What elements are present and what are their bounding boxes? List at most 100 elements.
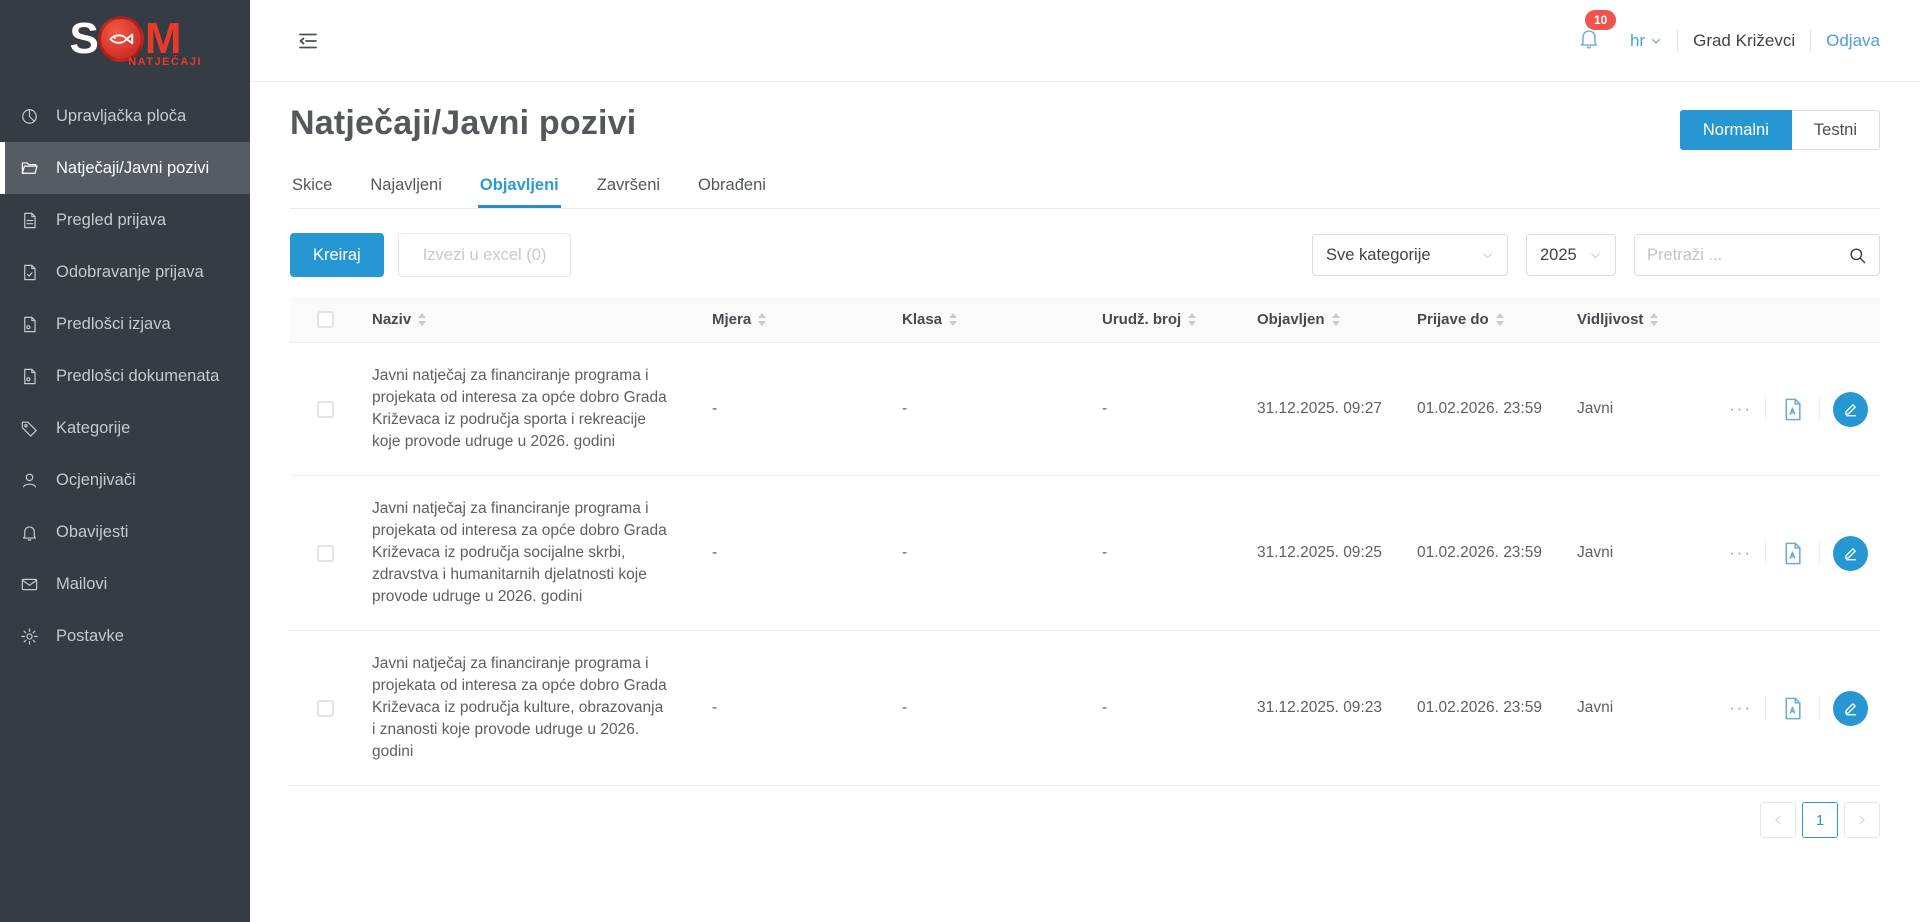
search-input[interactable]: [1647, 246, 1840, 265]
more-actions-button[interactable]: ···: [1729, 698, 1752, 718]
sidebar-item-obavijesti[interactable]: Obavijesti: [0, 506, 250, 558]
edit-button[interactable]: [1833, 536, 1868, 571]
sidebar-item-mailovi[interactable]: Mailovi: [0, 558, 250, 610]
pagination: 1: [290, 802, 1880, 868]
file-template-icon: [20, 315, 40, 334]
tab-skice[interactable]: Skice: [290, 166, 334, 208]
tab-najavljeni[interactable]: Najavljeni: [368, 166, 444, 208]
pencil-icon: [1842, 699, 1860, 717]
pdf-button[interactable]: [1779, 540, 1806, 567]
sort-naziv[interactable]: [418, 313, 426, 326]
sidebar-item-pregled-prijava[interactable]: Pregled prijava: [0, 194, 250, 246]
cell-klasa: -: [890, 544, 1090, 562]
sidebar-item-label: Predlošci dokumenata: [56, 367, 219, 386]
column-header-objavljen: Objavljen: [1257, 311, 1325, 328]
sidebar-item-postavke[interactable]: Postavke: [0, 610, 250, 662]
cell-vidljivost: Javni: [1565, 544, 1705, 562]
cell-urudz-broj: -: [1090, 544, 1245, 562]
row-checkbox[interactable]: [317, 700, 334, 717]
prev-page-button[interactable]: [1760, 802, 1796, 838]
pencil-icon: [1842, 400, 1860, 418]
pdf-button[interactable]: [1779, 695, 1806, 722]
table-row: Javni natječaj za financiranje programa …: [290, 476, 1880, 631]
sidebar-item-upravljacka-ploca[interactable]: Upravljačka ploča: [0, 90, 250, 142]
sidebar-item-odobravanje-prijava[interactable]: Odobravanje prijava: [0, 246, 250, 298]
sort-objavljen[interactable]: [1332, 313, 1340, 326]
next-page-button[interactable]: [1844, 802, 1880, 838]
sort-klasa[interactable]: [949, 313, 957, 326]
toolbar: Kreiraj Izvezi u excel (0) Sve kategorij…: [290, 233, 1880, 277]
mode-test-button[interactable]: Testni: [1792, 110, 1880, 150]
actions-divider: [1819, 696, 1820, 720]
sidebar-item-ocjenjivaci[interactable]: Ocjenjivači: [0, 454, 250, 506]
logout-link[interactable]: Odjava: [1826, 31, 1880, 51]
pdf-button[interactable]: [1779, 396, 1806, 423]
search-box[interactable]: [1634, 234, 1880, 276]
tab-objavljeni[interactable]: Objavljeni: [478, 166, 561, 208]
row-checkbox[interactable]: [317, 401, 334, 418]
table-header-row: Naziv Mjera Klasa Urudž. broj Objavljen …: [290, 297, 1880, 343]
table-row: Javni natječaj za financiranje programa …: [290, 631, 1880, 786]
bell-icon: [20, 523, 40, 542]
cell-klasa: -: [890, 699, 1090, 717]
app-root: S M NATJEČAJI Upravljačka ploča: [0, 0, 1920, 922]
pdf-file-icon: [1779, 396, 1806, 423]
edit-button[interactable]: [1833, 392, 1868, 427]
sidebar: S M NATJEČAJI Upravljačka ploča: [0, 0, 250, 922]
sidebar-item-kategorije[interactable]: Kategorije: [0, 402, 250, 454]
sort-prijave-do[interactable]: [1496, 313, 1504, 326]
create-button[interactable]: Kreiraj: [290, 233, 384, 277]
actions-divider: [1765, 541, 1766, 565]
chevron-down-icon: [1481, 249, 1494, 262]
cell-urudz-broj: -: [1090, 699, 1245, 717]
status-tabs: Skice Najavljeni Objavljeni Završeni Obr…: [290, 166, 1880, 209]
cell-naziv: Javni natječaj za financiranje programa …: [360, 653, 700, 763]
folder-open-icon: [20, 159, 40, 178]
export-excel-button[interactable]: Izvezi u excel (0): [398, 233, 572, 277]
brand-logo[interactable]: S M NATJEČAJI: [0, 0, 250, 74]
category-select[interactable]: Sve kategorije: [1312, 234, 1508, 276]
more-actions-button[interactable]: ···: [1729, 543, 1752, 563]
edit-button[interactable]: [1833, 691, 1868, 726]
row-actions: ···: [1705, 392, 1880, 427]
page-header: Natječaji/Javni pozivi Normalni Testni: [290, 104, 1880, 150]
filters: Sve kategorije 2025: [1312, 234, 1880, 276]
column-header-naziv: Naziv: [372, 311, 411, 328]
sort-mjera[interactable]: [758, 313, 766, 326]
sidebar-item-natjecaji[interactable]: Natječaji/Javni pozivi: [0, 142, 250, 194]
sidebar-item-predlosci-izjava[interactable]: Predlošci izjava: [0, 298, 250, 350]
column-header-mjera: Mjera: [712, 311, 751, 328]
cell-objavljen: 31.12.2025. 09:27: [1245, 400, 1405, 418]
file-template-icon: [20, 367, 40, 386]
language-label: hr: [1630, 31, 1645, 51]
contests-table: Naziv Mjera Klasa Urudž. broj Objavljen …: [290, 297, 1880, 786]
notifications-button[interactable]: 10: [1577, 26, 1601, 55]
tab-obradeni[interactable]: Obrađeni: [696, 166, 768, 208]
sort-vidljivost[interactable]: [1650, 313, 1658, 326]
mode-normal-button[interactable]: Normalni: [1680, 110, 1792, 150]
sidebar-item-label: Ocjenjivači: [56, 471, 136, 490]
topbar-right: 10 hr Grad Križevci Odjava: [1577, 26, 1880, 55]
year-select[interactable]: 2025: [1526, 234, 1616, 276]
row-actions: ···: [1705, 691, 1880, 726]
cell-mjera: -: [700, 544, 890, 562]
toolbar-buttons: Kreiraj Izvezi u excel (0): [290, 233, 571, 277]
sidebar-item-predlosci-dokumenata[interactable]: Predlošci dokumenata: [0, 350, 250, 402]
page-number-button[interactable]: 1: [1802, 802, 1838, 838]
page-title: Natječaji/Javni pozivi: [290, 104, 636, 143]
actions-divider: [1819, 397, 1820, 421]
sort-urudz-broj[interactable]: [1188, 313, 1196, 326]
cell-prijave-do: 01.02.2026. 23:59: [1405, 699, 1565, 717]
more-actions-button[interactable]: ···: [1729, 399, 1752, 419]
row-checkbox[interactable]: [317, 545, 334, 562]
tag-icon: [20, 419, 40, 438]
sidebar-item-label: Kategorije: [56, 419, 130, 438]
gear-icon: [20, 627, 40, 646]
sidebar-collapse-button[interactable]: [296, 29, 320, 53]
tab-zavrseni[interactable]: Završeni: [595, 166, 662, 208]
file-text-icon: [20, 211, 40, 230]
sidebar-item-label: Odobravanje prijava: [56, 263, 204, 282]
select-all-checkbox[interactable]: [317, 311, 334, 328]
language-selector[interactable]: hr: [1630, 31, 1662, 51]
column-header-prijave-do: Prijave do: [1417, 311, 1489, 328]
